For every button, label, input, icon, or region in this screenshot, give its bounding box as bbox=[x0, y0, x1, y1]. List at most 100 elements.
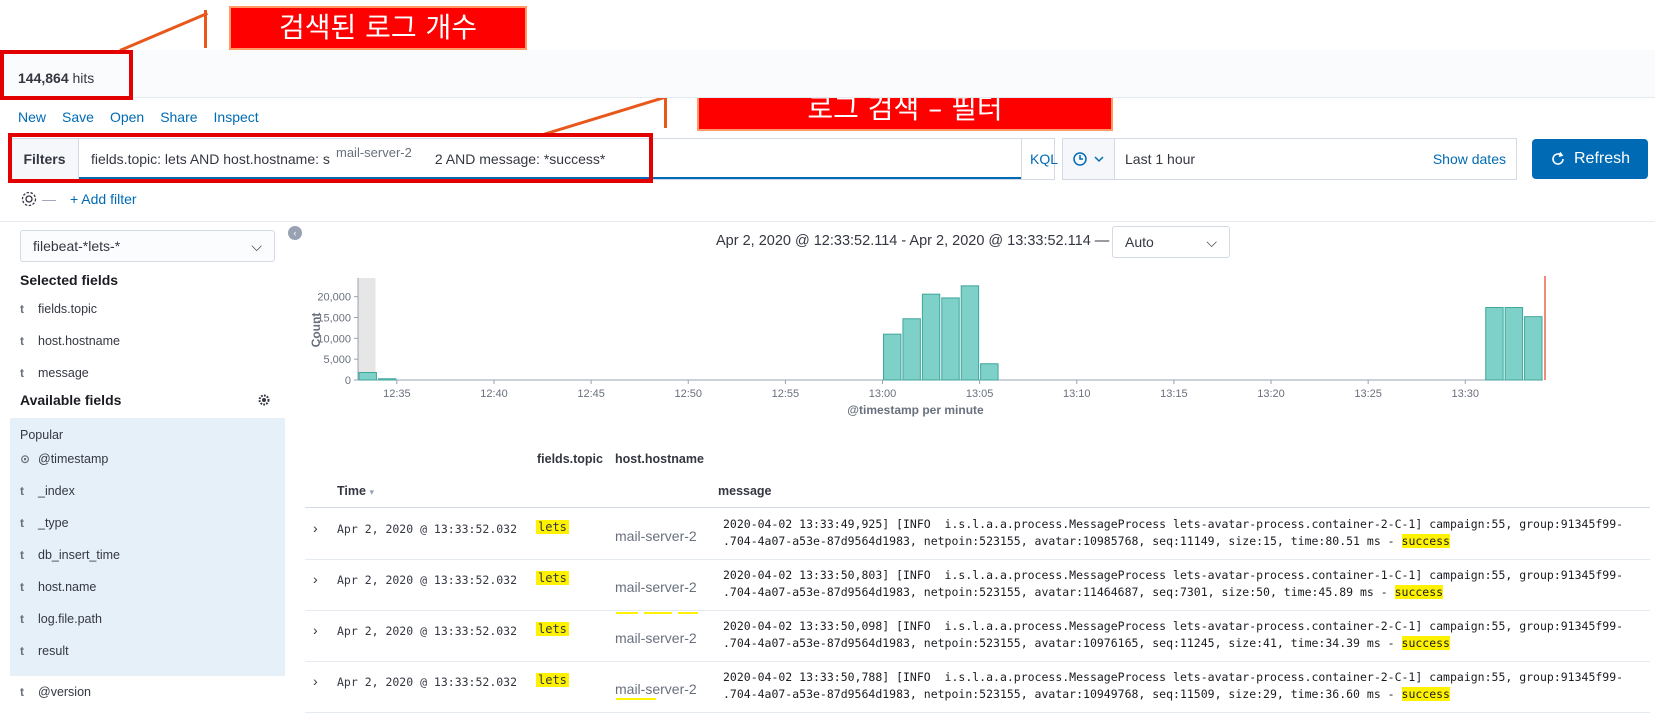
field-name: message bbox=[38, 366, 89, 380]
field-name: fields.topic bbox=[38, 302, 98, 316]
popular-field[interactable]: t result bbox=[20, 644, 69, 658]
menu-inspect[interactable]: Inspect bbox=[214, 109, 259, 125]
interval-select[interactable]: Auto ⌵ bbox=[1112, 226, 1230, 258]
selected-field[interactable]: t message bbox=[20, 366, 89, 380]
cell-host: mail-server-2 bbox=[615, 630, 697, 646]
field-name: @timestamp bbox=[38, 452, 109, 466]
date-range-label[interactable]: Last 1 hour bbox=[1125, 139, 1195, 179]
x-tick-label: 13:20 bbox=[1257, 388, 1285, 400]
sort-icon[interactable]: ▾ bbox=[369, 487, 374, 497]
add-filter-button[interactable]: + Add filter bbox=[70, 191, 137, 207]
x-axis-title: @timestamp per minute bbox=[847, 403, 984, 417]
hits-callout: 검색된 로그 개수 bbox=[229, 6, 527, 50]
x-tick-label: 12:50 bbox=[674, 388, 702, 400]
x-tick-label: 13:30 bbox=[1452, 388, 1480, 400]
x-tick-label: 12:55 bbox=[772, 388, 800, 400]
table-row[interactable]: › Apr 2, 2020 @ 13:33:52.032 lets mail-serv… bbox=[305, 663, 1650, 713]
message-highlight: success bbox=[1401, 534, 1450, 548]
popular-field[interactable]: t _index bbox=[20, 484, 75, 498]
popular-label: Popular bbox=[20, 428, 64, 442]
histogram-bar bbox=[358, 372, 377, 381]
refresh-button[interactable]: Refresh bbox=[1532, 139, 1648, 179]
menu-save[interactable]: Save bbox=[62, 109, 94, 125]
y-axis-title: Count bbox=[309, 313, 323, 348]
expand-row-icon[interactable]: › bbox=[313, 673, 318, 689]
quick-menu-button[interactable] bbox=[1063, 139, 1115, 179]
field-name: db_insert_time bbox=[38, 548, 120, 562]
string-type-icon: t bbox=[20, 366, 24, 380]
histogram-bar bbox=[1485, 307, 1504, 381]
message-line-2: .704-4a07-a53e-87d9564d1983, netpoin:523… bbox=[723, 534, 1402, 548]
field-name: log.file.path bbox=[38, 612, 102, 626]
popular-field[interactable]: t host.name bbox=[20, 580, 96, 594]
expand-row-icon[interactable]: › bbox=[313, 520, 318, 536]
cell-message: 2020-04-02 13:33:50,098] [INFO i.s.l.a.a… bbox=[723, 618, 1648, 652]
message-line-2: .704-4a07-a53e-87d9564d1983, netpoin:523… bbox=[723, 585, 1395, 599]
column-header-host[interactable]: host.hostname bbox=[615, 452, 704, 466]
interval-label: Auto bbox=[1125, 234, 1154, 250]
histogram-bar bbox=[941, 297, 960, 381]
x-tick-label: 13:25 bbox=[1354, 388, 1382, 400]
histogram-bar bbox=[1524, 316, 1543, 381]
message-line-2: .704-4a07-a53e-87d9564d1983, netpoin:523… bbox=[723, 687, 1402, 701]
gear-icon[interactable] bbox=[20, 190, 38, 208]
message-highlight: success bbox=[1401, 636, 1450, 650]
column-header-time-label: Time bbox=[337, 484, 366, 498]
cell-message: 2020-04-02 13:33:50,803] [INFO i.s.l.a.a… bbox=[723, 567, 1648, 601]
popular-field[interactable]: ⊙ @timestamp bbox=[20, 452, 108, 466]
available-field[interactable]: t @version bbox=[20, 685, 91, 699]
show-dates-link[interactable]: Show dates bbox=[1433, 139, 1506, 179]
x-tick-label: 13:10 bbox=[1063, 388, 1091, 400]
popular-field[interactable]: t log.file.path bbox=[20, 612, 102, 626]
collapse-sidebar-button[interactable]: ‹ bbox=[288, 226, 302, 240]
table-row[interactable]: › Apr 2, 2020 @ 13:33:52.032 lets mail-serv… bbox=[305, 612, 1650, 662]
expand-row-icon[interactable]: › bbox=[313, 571, 318, 587]
histogram-bar bbox=[980, 363, 999, 381]
field-name: _type bbox=[38, 516, 69, 530]
column-header-topic[interactable]: fields.topic bbox=[537, 452, 603, 466]
cell-topic: lets bbox=[536, 622, 569, 636]
cell-topic: lets bbox=[536, 520, 569, 534]
search-highlight-box bbox=[8, 133, 653, 183]
kql-toggle[interactable]: KQL bbox=[1021, 139, 1066, 179]
index-pattern-label: filebeat-*lets-* bbox=[33, 238, 121, 254]
x-tick-label: 12:35 bbox=[383, 388, 411, 400]
histogram-chart: 05,00010,00015,00020,00012:35 12:40 12:45 1… bbox=[309, 276, 1546, 417]
chart-time-range: Apr 2, 2020 @ 12:33:52.114 - Apr 2, 2020… bbox=[716, 233, 1110, 249]
clock-icon: ⊙ bbox=[20, 452, 31, 466]
column-header-message[interactable]: message bbox=[718, 484, 772, 498]
string-type-icon: t bbox=[20, 516, 24, 530]
popular-field[interactable]: t db_insert_time bbox=[20, 548, 120, 562]
x-tick-label: 13:05 bbox=[966, 388, 994, 400]
selected-field[interactable]: t host.hostname bbox=[20, 334, 120, 348]
top-menu: New Save Open Share Inspect bbox=[18, 109, 275, 125]
y-tick-label: 20,000 bbox=[317, 292, 351, 304]
gear-icon[interactable] bbox=[258, 394, 270, 406]
highlight-mark bbox=[616, 698, 656, 700]
menu-open[interactable]: Open bbox=[110, 109, 144, 125]
filter-row: — + Add filter bbox=[20, 190, 137, 208]
selected-field[interactable]: t fields.topic bbox=[20, 302, 97, 316]
string-type-icon: t bbox=[20, 612, 24, 626]
table-row[interactable]: › Apr 2, 2020 @ 13:33:52.032 lets mail-serv… bbox=[305, 561, 1650, 611]
index-pattern-select[interactable]: filebeat-*lets-* ⌵ bbox=[20, 230, 275, 262]
cell-message: 2020-04-02 13:33:49,925] [INFO i.s.l.a.a… bbox=[723, 516, 1648, 550]
string-type-icon: t bbox=[20, 334, 24, 348]
highlight-mark bbox=[678, 612, 698, 614]
cell-host: mail-server-2 bbox=[615, 579, 697, 595]
y-tick-label: 0 bbox=[345, 375, 351, 387]
hits-highlight-box bbox=[0, 50, 133, 100]
column-header-time[interactable]: Time ▾ bbox=[337, 484, 374, 498]
menu-share[interactable]: Share bbox=[160, 109, 197, 125]
table-row[interactable]: › Apr 2, 2020 @ 13:33:52.032 lets mail-serv… bbox=[305, 510, 1650, 560]
popular-field[interactable]: t _type bbox=[20, 516, 69, 530]
string-type-icon: t bbox=[20, 484, 24, 498]
string-type-icon: t bbox=[20, 644, 24, 658]
refresh-icon bbox=[1552, 152, 1564, 165]
cell-topic: lets bbox=[536, 673, 569, 687]
expand-row-icon[interactable]: › bbox=[313, 622, 318, 638]
menu-new[interactable]: New bbox=[18, 109, 46, 125]
histogram-bar bbox=[902, 318, 921, 381]
cell-time: Apr 2, 2020 @ 13:33:52.032 bbox=[337, 522, 518, 536]
top-strip bbox=[0, 50, 1655, 98]
